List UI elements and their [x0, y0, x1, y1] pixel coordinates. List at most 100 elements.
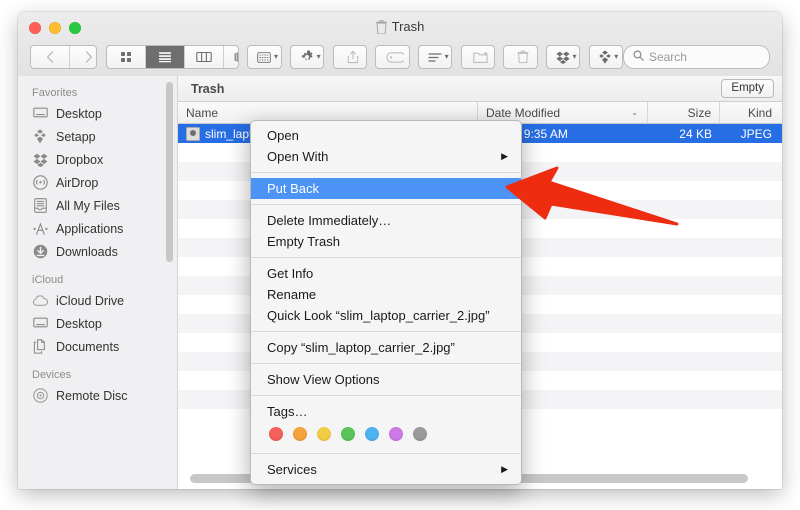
gear-icon[interactable]: ▾: [291, 46, 323, 68]
trash-icon[interactable]: [504, 46, 536, 68]
finder-sidebar: Favorites Desktop Setapp Dropbox AirDrop…: [18, 76, 178, 489]
new-folder-icon[interactable]: [462, 46, 494, 68]
sidebar-item-all-my-files[interactable]: All My Files: [18, 194, 177, 217]
tags-button[interactable]: [375, 45, 410, 69]
desktop-icon: [32, 316, 48, 332]
airdrop-icon: [32, 175, 48, 191]
menu-item-copy[interactable]: Copy “slim_laptop_carrier_2.jpg”: [251, 337, 521, 358]
desktop-icon: [32, 106, 48, 122]
path-bar-title: Trash: [191, 81, 225, 96]
menu-separator: [251, 395, 521, 396]
menu-item-delete-immediately[interactable]: Delete Immediately…: [251, 210, 521, 231]
tag-red[interactable]: [269, 427, 283, 441]
list-view-button[interactable]: [145, 46, 185, 68]
window-titlebar: Trash ▾ ▾ ▾ ▾ ▾ Search: [18, 12, 782, 77]
sidebar-item-setapp[interactable]: Setapp: [18, 125, 177, 148]
new-folder-button[interactable]: [460, 45, 495, 69]
sidebar-item-label: Desktop: [56, 316, 102, 331]
sidebar-item-applications[interactable]: Applications: [18, 217, 177, 240]
action-button[interactable]: ▾: [290, 45, 325, 69]
submenu-arrow-icon: ▶: [501, 151, 508, 161]
forward-button[interactable]: [70, 46, 96, 68]
menu-item-label: Empty Trash: [267, 234, 340, 249]
menu-separator: [251, 204, 521, 205]
menu-separator: [251, 172, 521, 173]
arrange-icon[interactable]: ▾: [248, 46, 280, 68]
sidebar-item-dropbox[interactable]: Dropbox: [18, 148, 177, 171]
search-field[interactable]: Search: [622, 45, 770, 69]
chevron-down-icon: ▾: [444, 52, 449, 61]
sidebar-item-label: Dropbox: [56, 152, 104, 167]
chevron-down-icon: ⌄: [631, 108, 638, 117]
menu-item-get-info[interactable]: Get Info: [251, 263, 521, 284]
tag-gray[interactable]: [413, 427, 427, 441]
setapp-icon: [32, 129, 48, 145]
share-button[interactable]: [332, 45, 367, 69]
sidebar-item-label: Downloads: [56, 244, 118, 259]
sidebar-item-icloud-drive[interactable]: iCloud Drive: [18, 289, 177, 312]
share-icon[interactable]: [334, 46, 366, 68]
sidebar-item-airdrop[interactable]: AirDrop: [18, 171, 177, 194]
menu-separator: [251, 257, 521, 258]
sidebar-item-icloud-desktop[interactable]: Desktop: [18, 312, 177, 335]
row-cell-kind: JPEG: [740, 126, 772, 141]
tag-purple[interactable]: [389, 427, 403, 441]
menu-item-open[interactable]: Open: [251, 125, 521, 146]
window-title: Trash: [18, 19, 782, 34]
sidebar-item-label: iCloud Drive: [56, 293, 125, 308]
tag-blue[interactable]: [365, 427, 379, 441]
sidebar-item-label: Desktop: [56, 106, 102, 121]
sidebar-item-documents[interactable]: Documents: [18, 335, 177, 358]
coverflow-view-button[interactable]: [224, 46, 238, 68]
tag-orange[interactable]: [293, 427, 307, 441]
menu-item-put-back[interactable]: Put Back: [251, 178, 521, 199]
menu-item-tags[interactable]: Tags…: [251, 401, 521, 422]
empty-trash-button[interactable]: Empty: [721, 79, 774, 98]
setapp-button[interactable]: ▾: [588, 45, 623, 69]
tag-green[interactable]: [341, 427, 355, 441]
context-menu: Open Open With ▶ Put Back Delete Immedia…: [250, 120, 522, 485]
tag-yellow[interactable]: [317, 427, 331, 441]
setapp-icon[interactable]: ▾: [590, 46, 622, 68]
menu-item-quick-look[interactable]: Quick Look “slim_laptop_carrier_2.jpg”: [251, 305, 521, 326]
dropbox-button[interactable]: ▾: [546, 45, 581, 69]
menu-item-label: Tags…: [267, 404, 308, 419]
column-header-kind[interactable]: Kind: [720, 102, 782, 123]
delete-button[interactable]: [503, 45, 538, 69]
downloads-icon: [32, 244, 48, 260]
sidebar-item-label: Remote Disc: [56, 388, 128, 403]
menu-item-empty-trash[interactable]: Empty Trash: [251, 231, 521, 252]
sidebar-section-devices-header: Devices: [32, 369, 72, 381]
documents-icon: [32, 339, 48, 355]
menu-item-label: Rename: [267, 287, 317, 302]
menu-item-show-view-options[interactable]: Show View Options: [251, 369, 521, 390]
column-header-size[interactable]: Size: [648, 102, 720, 123]
sidebar-item-desktop[interactable]: Desktop: [18, 102, 177, 125]
nav-button-group: [30, 45, 98, 69]
chevron-down-icon: ▾: [614, 52, 619, 61]
chevron-down-icon: ▾: [316, 52, 321, 61]
menu-item-label: Open With: [267, 149, 329, 164]
sidebar-item-downloads[interactable]: Downloads: [18, 240, 177, 263]
sidebar-scrollbar[interactable]: [166, 82, 173, 262]
arrange-button[interactable]: ▾: [247, 45, 282, 69]
menu-item-open-with[interactable]: Open With ▶: [251, 146, 521, 167]
dropbox-icon[interactable]: ▾: [547, 46, 579, 68]
jpeg-file-icon: [186, 126, 200, 141]
menu-item-label: Copy “slim_laptop_carrier_2.jpg”: [267, 340, 455, 355]
menu-item-services[interactable]: Services ▶: [251, 459, 521, 480]
sidebar-section-icloud-header: iCloud: [32, 274, 64, 286]
sort-button[interactable]: ▾: [418, 45, 453, 69]
sidebar-item-remote-disc[interactable]: Remote Disc: [18, 384, 177, 407]
menu-item-rename[interactable]: Rename: [251, 284, 521, 305]
chevron-down-icon: ▾: [572, 52, 577, 61]
applications-icon: [32, 221, 48, 237]
sort-icon[interactable]: ▾: [419, 46, 451, 68]
finder-toolbar: ▾ ▾ ▾ ▾ ▾ Search: [18, 40, 782, 74]
tag-icon[interactable]: [376, 46, 408, 68]
submenu-arrow-icon: ▶: [501, 464, 508, 474]
menu-separator: [251, 453, 521, 454]
column-view-button[interactable]: [185, 46, 224, 68]
back-button[interactable]: [31, 46, 70, 68]
icon-view-button[interactable]: [107, 46, 146, 68]
